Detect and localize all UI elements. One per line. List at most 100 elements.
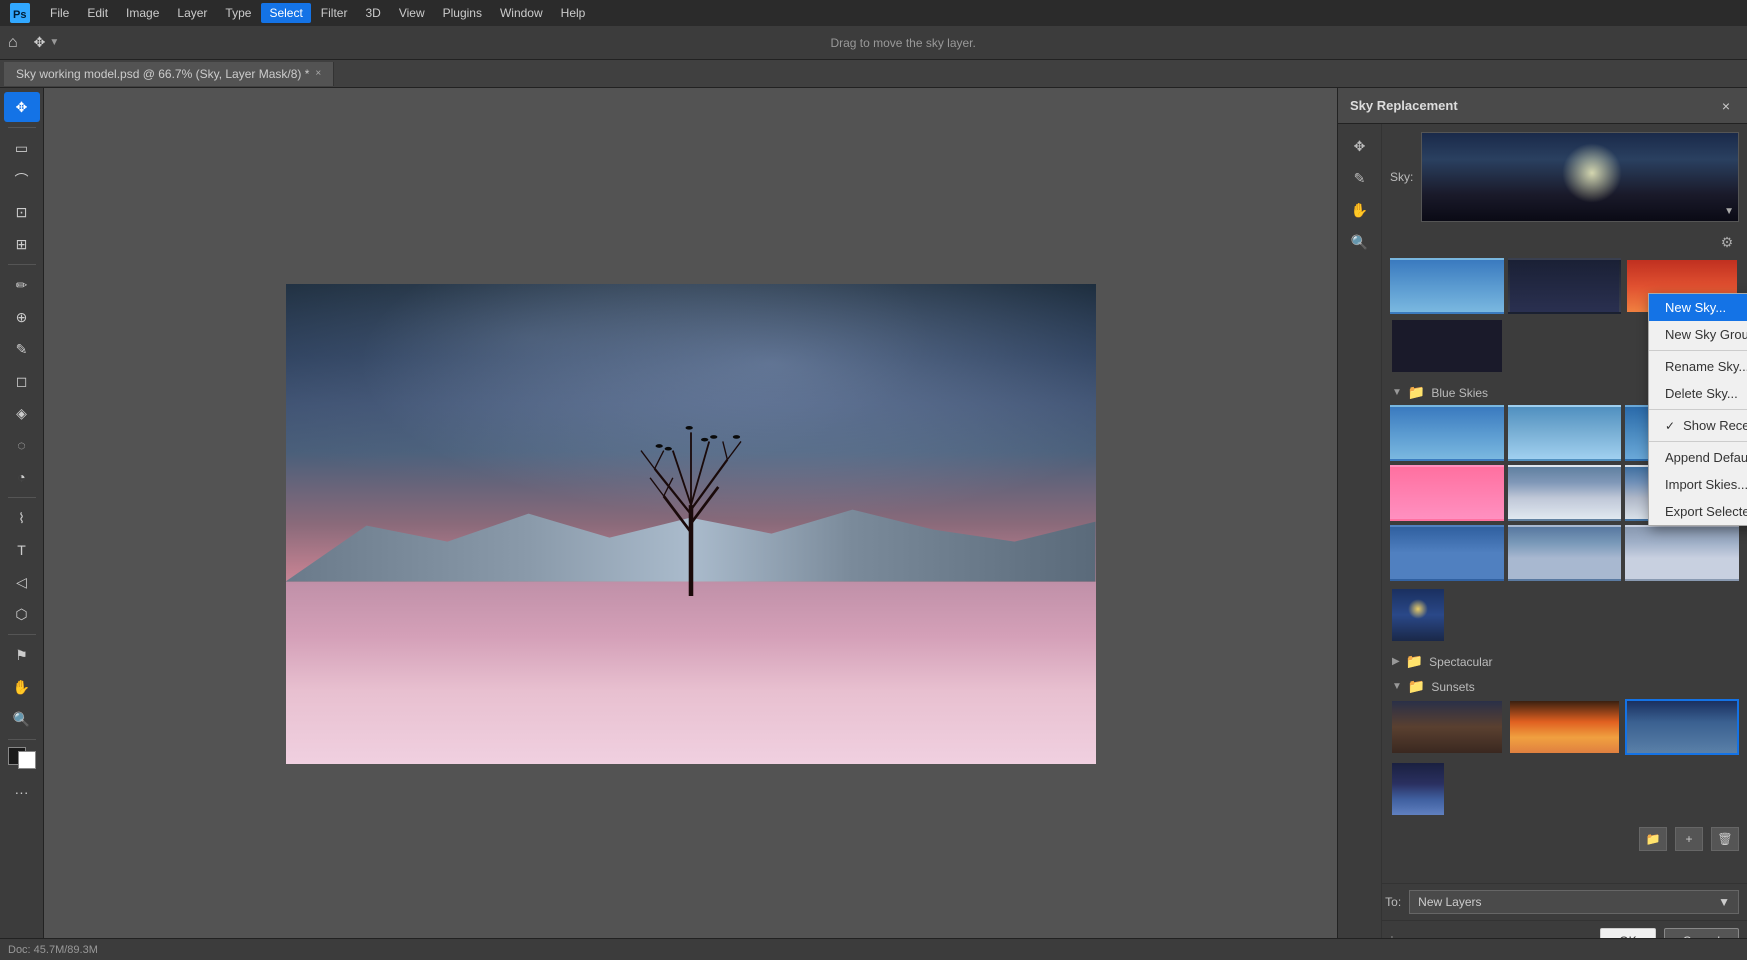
context-menu-new-sky-group[interactable]: New Sky Group...	[1649, 321, 1747, 348]
menu-help[interactable]: Help	[553, 3, 594, 23]
eyedropper-tool[interactable]: ✏	[4, 270, 40, 300]
object-selection-tool[interactable]: ⊡	[4, 197, 40, 227]
menu-type[interactable]: Type	[217, 3, 259, 23]
menu-edit[interactable]: Edit	[79, 3, 116, 23]
canvas-tree	[631, 396, 751, 596]
shape-tool[interactable]: ⬡	[4, 599, 40, 629]
category-sunsets[interactable]: ▼ 📁 Sunsets	[1390, 674, 1739, 699]
menu-image[interactable]: Image	[118, 3, 167, 23]
blur-tool[interactable]: ◌	[4, 430, 40, 460]
sky-thumb-recent-1[interactable]	[1390, 258, 1504, 314]
menu-filter[interactable]: Filter	[313, 3, 356, 23]
add-sky-button[interactable]: +	[1675, 827, 1703, 851]
tool-separator-4	[8, 634, 36, 635]
sky-thumb-blue-1[interactable]	[1390, 405, 1504, 461]
tool-separator-5	[8, 739, 36, 740]
tool-separator-3	[8, 497, 36, 498]
dialog-hand-tool[interactable]: ✋	[1344, 196, 1376, 224]
context-menu-append-skies[interactable]: Append Default Skies...	[1649, 444, 1747, 471]
gradient-tool[interactable]: ◈	[4, 398, 40, 428]
move-tool-icon[interactable]: ✥	[34, 34, 46, 51]
document-tab[interactable]: Sky working model.psd @ 66.7% (Sky, Laye…	[4, 62, 334, 86]
delete-sky-button[interactable]: 🗑	[1711, 827, 1739, 851]
dialog-tools: ✥ ✎ ✋ 🔍	[1338, 124, 1382, 960]
sky-thumb-sunset-extra[interactable]	[1390, 761, 1446, 817]
context-menu-new-sky[interactable]: New Sky...	[1649, 294, 1747, 321]
sky-thumb-sunset-3[interactable]	[1625, 699, 1739, 755]
zoom-tool[interactable]: 🔍	[4, 704, 40, 734]
sky-preview-dropdown[interactable]: ▼	[1421, 132, 1739, 222]
sky-thumb-blue-4[interactable]	[1390, 465, 1504, 521]
home-icon[interactable]: ⌂	[8, 34, 18, 52]
sky-chevron-icon: ▼	[1724, 206, 1734, 217]
note-tool[interactable]: ⚑	[4, 640, 40, 670]
sky-thumb-blue-2[interactable]	[1508, 405, 1622, 461]
brush-tool[interactable]: ✎	[4, 334, 40, 364]
output-to-dropdown[interactable]: New Layers ▼	[1409, 890, 1739, 914]
sky-thumb-blue-5[interactable]	[1508, 465, 1622, 521]
pen-tool[interactable]: ⌇	[4, 503, 40, 533]
category-spectacular[interactable]: ▶ 📁 Spectacular	[1390, 649, 1739, 674]
move-tool[interactable]: ✥	[4, 92, 40, 122]
gear-button[interactable]: ⚙	[1715, 230, 1739, 254]
sky-preview-rays	[1562, 143, 1622, 203]
status-text: Doc: 45.7M/89.3M	[8, 944, 98, 956]
sky-replacement-panel: Sky Replacement × ✥ ✎ ✋ 🔍 Sky: ▼	[1337, 88, 1747, 960]
output-to-chevron: ▼	[1718, 895, 1730, 909]
context-menu-rename-sky[interactable]: Rename Sky...	[1649, 353, 1747, 380]
dialog-zoom-tool[interactable]: 🔍	[1344, 228, 1376, 256]
background-color[interactable]	[18, 751, 36, 769]
context-menu-sep-2	[1649, 409, 1747, 410]
context-menu-show-recents[interactable]: ✓ Show Recents	[1649, 412, 1747, 439]
menu-layer[interactable]: Layer	[169, 3, 215, 23]
extra-tools[interactable]: ···	[4, 777, 40, 807]
sky-row: Sky: ▼	[1390, 132, 1739, 222]
canvas-area	[44, 88, 1337, 960]
heal-tool[interactable]: ⊕	[4, 302, 40, 332]
menu-window[interactable]: Window	[492, 3, 551, 23]
eraser-tool[interactable]: ◻	[4, 366, 40, 396]
context-menu-new-sky-group-label: New Sky Group...	[1665, 327, 1747, 342]
tab-filename: Sky working model.psd @ 66.7% (Sky, Laye…	[16, 67, 309, 81]
menu-select[interactable]: Select	[261, 3, 310, 23]
category-label-blue-skies: Blue Skies	[1431, 386, 1488, 400]
context-menu-export-skies[interactable]: Export Selected Skies...	[1649, 498, 1747, 525]
context-menu-import-skies[interactable]: Import Skies...	[1649, 471, 1747, 498]
type-tool[interactable]: T	[4, 535, 40, 565]
context-menu-delete-sky-label: Delete Sky...	[1665, 386, 1738, 401]
gear-row: ⚙	[1390, 230, 1739, 254]
menu-file[interactable]: File	[42, 3, 77, 23]
context-menu-rename-sky-label: Rename Sky...	[1665, 359, 1747, 374]
dialog-move-tool[interactable]: ✥	[1344, 132, 1376, 160]
sky-thumb-sunset-1[interactable]	[1390, 699, 1504, 755]
sky-thumb-recent-2[interactable]	[1508, 258, 1622, 314]
sky-thumb-blue-7[interactable]	[1390, 525, 1504, 581]
menu-3d[interactable]: 3D	[357, 3, 388, 23]
dialog-title: Sky Replacement	[1350, 98, 1458, 113]
tab-close-button[interactable]: ×	[315, 68, 321, 79]
ps-logo: Ps	[8, 1, 32, 25]
dodge-tool[interactable]: ◔	[4, 462, 40, 492]
main-layout: ✥ ▭ ⌒ ⊡ ⊞ ✏ ⊕ ✎ ◻ ◈ ◌ ◔ ⌇ T ◁ ⬡ ⚑ ✋ 🔍 ··…	[0, 88, 1747, 960]
sky-thumb-blue-8[interactable]	[1508, 525, 1622, 581]
sky-thumb-blue-extra[interactable]	[1390, 587, 1446, 643]
crop-tool[interactable]: ⊞	[4, 229, 40, 259]
new-folder-button[interactable]: 📁	[1639, 827, 1667, 851]
sky-thumb-sunset-2[interactable]	[1508, 699, 1622, 755]
context-menu-sep-1	[1649, 350, 1747, 351]
sky-thumb-recent-4[interactable]	[1390, 318, 1504, 374]
dialog-close-button[interactable]: ×	[1717, 97, 1735, 115]
lasso-tool[interactable]: ⌒	[4, 165, 40, 195]
hand-tool[interactable]: ✋	[4, 672, 40, 702]
checkmark-icon: ✓	[1665, 419, 1675, 433]
sky-thumb-blue-9[interactable]	[1625, 525, 1739, 581]
dialog-brush-tool[interactable]: ✎	[1344, 164, 1376, 192]
context-menu-delete-sky[interactable]: Delete Sky...	[1649, 380, 1747, 407]
menu-view[interactable]: View	[391, 3, 433, 23]
marquee-tool[interactable]: ▭	[4, 133, 40, 163]
category-label-spectacular: Spectacular	[1429, 655, 1492, 669]
path-tool[interactable]: ◁	[4, 567, 40, 597]
menu-plugins[interactable]: Plugins	[435, 3, 490, 23]
context-menu-show-recents-label: Show Recents	[1683, 418, 1747, 433]
folder-icon-blue-skies: 📁	[1408, 384, 1425, 401]
